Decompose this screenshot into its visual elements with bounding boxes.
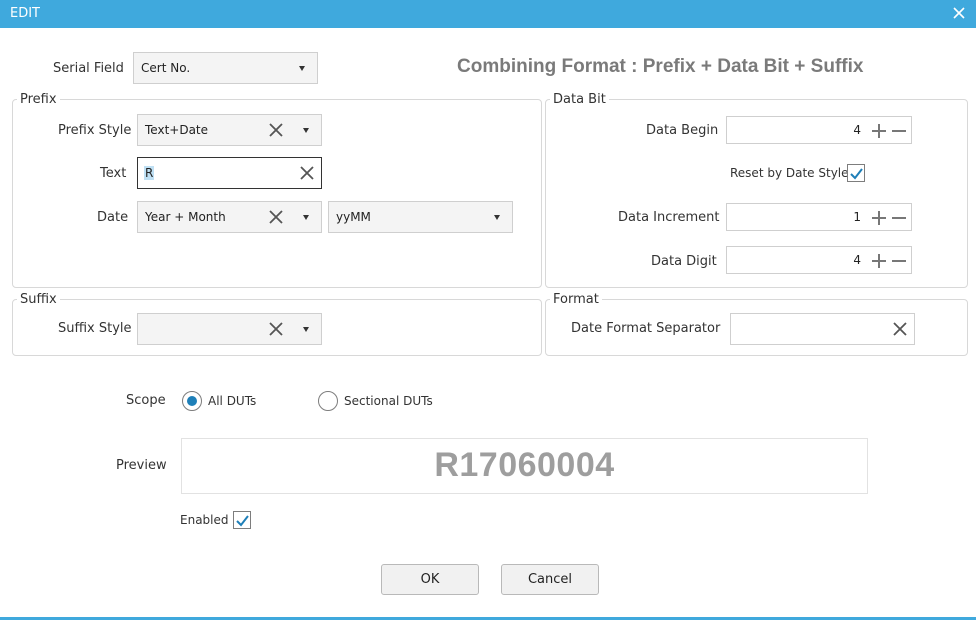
suffix-style-select[interactable] <box>137 313 322 345</box>
data-bit-group-title: Data Bit <box>550 92 609 107</box>
minus-icon[interactable] <box>891 253 907 269</box>
data-begin-label: Data Begin <box>646 123 719 138</box>
chevron-down-icon <box>494 215 500 220</box>
chevron-down-icon <box>303 215 309 220</box>
plus-icon[interactable] <box>871 123 887 139</box>
serial-field-select[interactable]: Cert No. <box>133 52 318 84</box>
clear-icon[interactable] <box>300 166 314 180</box>
serial-field-value: Cert No. <box>141 61 191 75</box>
reset-by-date-checkbox[interactable] <box>847 164 865 182</box>
chevron-down-icon <box>303 327 309 332</box>
chevron-down-icon <box>303 128 309 133</box>
suffix-group-title: Suffix <box>17 292 60 307</box>
data-digit-value: 4 <box>853 253 861 267</box>
clear-icon[interactable] <box>269 123 283 137</box>
chevron-down-icon <box>299 66 305 71</box>
data-digit-stepper[interactable]: 4 <box>726 246 912 274</box>
enabled-checkbox[interactable] <box>233 511 251 529</box>
checkmark-icon <box>850 168 863 180</box>
scope-all-duts-label[interactable]: All DUTs <box>208 394 256 408</box>
minus-icon[interactable] <box>891 123 907 139</box>
close-icon[interactable] <box>950 3 968 23</box>
scope-sectional-duts-radio[interactable] <box>318 391 338 411</box>
date-format-value: yyMM <box>336 210 371 224</box>
data-begin-value: 4 <box>853 123 861 137</box>
combining-format-heading: Combining Format : Prefix + Data Bit + S… <box>457 56 864 77</box>
prefix-text-input[interactable]: R <box>137 157 322 189</box>
text-label: Text <box>100 166 127 181</box>
data-begin-stepper[interactable]: 4 <box>726 116 912 144</box>
format-group-title: Format <box>550 292 602 307</box>
plus-icon[interactable] <box>871 253 887 269</box>
data-increment-stepper[interactable]: 1 <box>726 203 912 231</box>
prefix-style-select[interactable]: Text+Date <box>137 114 322 146</box>
date-label: Date <box>97 210 129 225</box>
preview-box: R17060004 <box>181 438 868 494</box>
clear-icon[interactable] <box>893 322 907 336</box>
enabled-label: Enabled <box>180 513 229 527</box>
data-increment-value: 1 <box>853 210 861 224</box>
suffix-style-label: Suffix Style <box>58 321 132 336</box>
prefix-text-value: R <box>144 166 155 180</box>
date-style-select[interactable]: Year + Month <box>137 201 322 233</box>
title-bar: EDIT <box>0 0 976 28</box>
clear-icon[interactable] <box>269 322 283 336</box>
preview-value: R17060004 <box>434 446 615 484</box>
checkmark-icon <box>236 515 249 527</box>
date-format-select[interactable]: yyMM <box>328 201 513 233</box>
window-title: EDIT <box>10 6 40 21</box>
minus-icon[interactable] <box>891 210 907 226</box>
scope-label: Scope <box>126 393 166 408</box>
prefix-style-value: Text+Date <box>145 123 209 137</box>
cancel-button[interactable]: Cancel <box>501 564 599 595</box>
serial-field-label: Serial Field <box>53 61 124 76</box>
data-digit-label: Data Digit <box>651 254 717 269</box>
prefix-group-title: Prefix <box>17 92 60 107</box>
scope-all-duts-radio[interactable] <box>182 391 202 411</box>
date-format-separator-label: Date Format Separator <box>571 321 721 336</box>
plus-icon[interactable] <box>871 210 887 226</box>
prefix-style-label: Prefix Style <box>58 123 132 138</box>
date-format-separator-input[interactable] <box>730 313 915 345</box>
scope-sectional-duts-label[interactable]: Sectional DUTs <box>344 394 433 408</box>
data-increment-label: Data Increment <box>618 210 720 225</box>
clear-icon[interactable] <box>269 210 283 224</box>
reset-by-date-label: Reset by Date Style <box>730 166 849 180</box>
preview-label: Preview <box>116 458 167 473</box>
date-style-value: Year + Month <box>145 210 226 224</box>
ok-button[interactable]: OK <box>381 564 479 595</box>
